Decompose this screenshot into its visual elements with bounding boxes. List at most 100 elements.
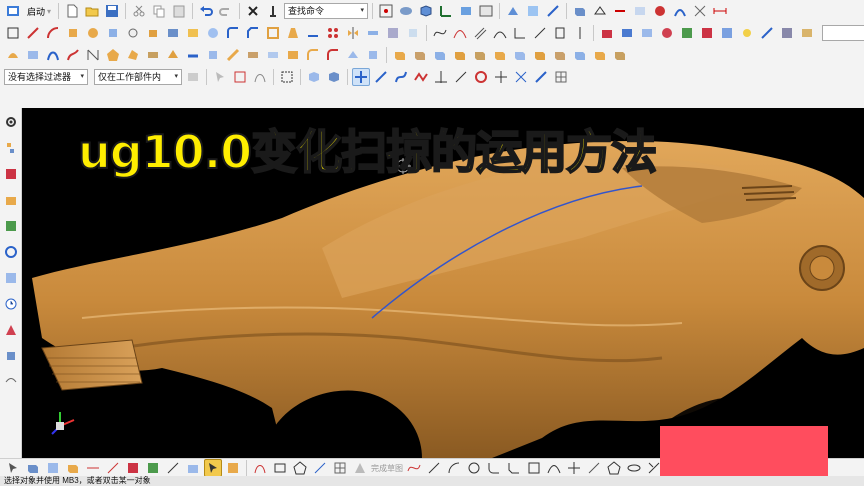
snap-grid-icon[interactable] [377, 2, 395, 20]
chamfer-icon[interactable] [244, 24, 262, 42]
hole-icon[interactable] [124, 24, 142, 42]
view-orient-icon[interactable] [417, 2, 435, 20]
sketch-point-icon[interactable] [565, 459, 583, 477]
through-mesh-icon[interactable] [24, 46, 42, 64]
assembly-add-icon[interactable] [391, 46, 409, 64]
pattern-icon[interactable] [324, 24, 342, 42]
general-selection-icon[interactable] [184, 68, 202, 86]
snap-line-icon[interactable] [372, 68, 390, 86]
redo-icon[interactable] [217, 2, 235, 20]
sketch-spline-icon[interactable] [405, 459, 423, 477]
show-constraints-icon[interactable] [144, 459, 162, 477]
sketch-plane-icon[interactable] [184, 459, 202, 477]
extrude-icon[interactable] [64, 24, 82, 42]
snap-endpoint-icon[interactable] [352, 68, 370, 86]
project-curve-icon[interactable] [511, 24, 529, 42]
helix-icon[interactable] [571, 24, 589, 42]
dimension-bottom-icon[interactable] [84, 459, 102, 477]
face-analysis-icon[interactable] [638, 24, 656, 42]
block-icon[interactable] [571, 2, 589, 20]
constraint-navigator-icon[interactable] [2, 164, 20, 184]
drawing-icon[interactable] [44, 459, 62, 477]
bounded-plane-icon[interactable] [164, 46, 182, 64]
edge-blend-icon[interactable] [224, 24, 242, 42]
shell-icon[interactable] [264, 24, 282, 42]
move-component-icon[interactable] [451, 46, 469, 64]
roles-icon[interactable] [2, 372, 20, 392]
snap-polyline-icon[interactable] [412, 68, 430, 86]
ruled-icon[interactable] [84, 46, 102, 64]
information-icon[interactable] [264, 2, 282, 20]
layer-icon[interactable] [457, 2, 475, 20]
studio-surface-icon[interactable] [124, 46, 142, 64]
bridge-curve-icon[interactable] [491, 24, 509, 42]
snap-center-icon[interactable] [472, 68, 490, 86]
command-search-input[interactable]: 查找命令 ▾ [284, 3, 369, 19]
auto-constraint-icon[interactable] [124, 459, 142, 477]
start-menu-button[interactable]: 启动 ▾ [24, 3, 54, 19]
reattach-icon[interactable] [224, 459, 242, 477]
feature-icon[interactable] [104, 24, 122, 42]
mirror-icon[interactable] [344, 24, 362, 42]
sketch-polygon-icon[interactable] [605, 459, 623, 477]
draft-icon[interactable] [284, 24, 302, 42]
curvature-icon[interactable] [671, 2, 689, 20]
save-icon[interactable] [103, 2, 121, 20]
background-icon[interactable] [778, 24, 796, 42]
divide-curve-icon[interactable] [551, 24, 569, 42]
profile-icon[interactable] [251, 459, 269, 477]
process-studio-icon[interactable] [2, 346, 20, 366]
spline-icon[interactable] [431, 24, 449, 42]
web-browser-icon[interactable] [2, 242, 20, 262]
finish-sketch-icon[interactable] [351, 459, 369, 477]
copy-icon[interactable] [150, 2, 168, 20]
shading-icon[interactable] [678, 24, 696, 42]
history-icon[interactable] [2, 268, 20, 288]
i-form-icon[interactable] [364, 46, 382, 64]
layer-select-dropdown[interactable]: ▾ [822, 25, 864, 41]
select-all-icon[interactable] [211, 68, 229, 86]
bottom-cursor-icon[interactable] [4, 459, 22, 477]
reuse-library-icon[interactable] [2, 216, 20, 236]
sew-icon[interactable] [244, 46, 262, 64]
sketch-line-icon[interactable] [425, 459, 443, 477]
analysis-icon[interactable] [631, 2, 649, 20]
studio-icon[interactable] [798, 24, 816, 42]
arrangement-icon[interactable] [591, 46, 609, 64]
reflection-icon[interactable] [658, 24, 676, 42]
law-extension-icon[interactable] [204, 46, 222, 64]
mirror-assembly-icon[interactable] [471, 46, 489, 64]
unite-icon[interactable] [164, 24, 182, 42]
snap-tangent-icon[interactable] [452, 68, 470, 86]
select-face-icon[interactable] [325, 68, 343, 86]
snap-quadrant-icon[interactable] [532, 68, 550, 86]
new-file-icon[interactable] [63, 2, 81, 20]
assembly-constraint-icon[interactable] [431, 46, 449, 64]
section-surface-icon[interactable] [144, 46, 162, 64]
edit-object-icon[interactable] [524, 2, 542, 20]
sketch-icon[interactable] [4, 24, 22, 42]
transform-icon[interactable] [544, 2, 562, 20]
exploded-view-icon[interactable] [511, 46, 529, 64]
snap-curve-icon[interactable] [392, 68, 410, 86]
subtract-icon[interactable] [184, 24, 202, 42]
part-icon[interactable] [64, 459, 82, 477]
surface-red-icon[interactable] [598, 24, 616, 42]
section-analysis-icon[interactable] [691, 2, 709, 20]
dimension-icon[interactable] [711, 2, 729, 20]
patch-icon[interactable] [404, 24, 422, 42]
extension-icon[interactable] [184, 46, 202, 64]
styled-blend-icon[interactable] [324, 46, 342, 64]
through-curves-icon[interactable] [4, 46, 22, 64]
select-solid-icon[interactable] [305, 68, 323, 86]
snap-intersection-icon[interactable] [512, 68, 530, 86]
sketch-relations-icon[interactable] [164, 459, 182, 477]
open-folder-icon[interactable] [83, 2, 101, 20]
constraint-bottom-icon[interactable] [104, 459, 122, 477]
cut-icon[interactable] [130, 2, 148, 20]
selection-scope-dropdown[interactable]: 仅在工作部件内 ▾ [94, 69, 182, 85]
x-form-icon[interactable] [344, 46, 362, 64]
render-style-icon[interactable] [397, 2, 415, 20]
grid-view-icon[interactable] [331, 459, 349, 477]
boss-icon[interactable] [144, 24, 162, 42]
